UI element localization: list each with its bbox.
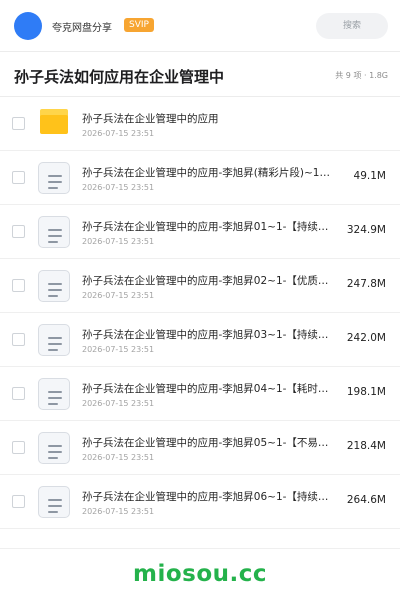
list-item[interactable]: 孙子兵法在企业管理中的应用-李旭昇05~1-【不易… 2026-07-15 23… — [0, 421, 400, 475]
file-date: 2026-07-15 23:51 — [82, 345, 155, 354]
document-line — [48, 403, 58, 405]
document-icon — [38, 432, 70, 464]
file-name[interactable]: 孙子兵法在企业管理中的应用-李旭昇06~1-【持续… — [82, 489, 338, 504]
file-name[interactable]: 孙子兵法在企业管理中的应用-李旭昇01~1-【持续… — [82, 219, 338, 234]
select-checkbox[interactable] — [12, 225, 25, 238]
list-item[interactable]: 孙子兵法在企业管理中的应用 2026-07-15 23:51 — [0, 97, 400, 151]
list-item[interactable]: 孙子兵法在企业管理中的应用-李旭昇01~1-【持续… 2026-07-15 23… — [0, 205, 400, 259]
document-line — [48, 295, 58, 297]
list-item[interactable]: 孙子兵法在企业管理中的应用-李旭昇04~1-【耗时… 2026-07-15 23… — [0, 367, 400, 421]
file-date: 2026-07-15 23:51 — [82, 183, 155, 192]
file-size: 49.1M — [353, 170, 386, 182]
file-size: 218.4M — [346, 440, 386, 452]
file-size: 264.6M — [346, 494, 386, 506]
footer-divider — [0, 548, 400, 549]
select-checkbox[interactable] — [12, 333, 25, 346]
file-date: 2026-07-15 23:51 — [82, 399, 155, 408]
document-line — [48, 337, 62, 339]
select-checkbox[interactable] — [12, 441, 25, 454]
site-watermark: miosou.cc — [132, 561, 268, 587]
list-item[interactable]: 孙子兵法在企业管理中的应用-李旭昇03~1-【持续… 2026-07-15 23… — [0, 313, 400, 367]
list-item[interactable]: 孙子兵法在企业管理中的应用-李旭昇(精彩片段)~1… 2026-07-15 23… — [0, 151, 400, 205]
list-item[interactable]: 孙子兵法在企业管理中的应用-李旭昇02~1-【优质… 2026-07-15 23… — [0, 259, 400, 313]
folder-icon-body — [40, 115, 68, 134]
document-line — [48, 511, 58, 513]
document-line — [48, 445, 62, 447]
page-title: 孙子兵法如何应用在企业管理中 — [14, 68, 225, 86]
document-line — [48, 343, 62, 345]
svip-badge: SVIP — [124, 18, 154, 32]
document-line — [48, 235, 62, 237]
document-icon — [38, 216, 70, 248]
file-size: 198.1M — [346, 386, 386, 398]
file-name[interactable]: 孙子兵法在企业管理中的应用 — [82, 111, 338, 126]
file-size: 247.8M — [346, 278, 386, 290]
document-line — [48, 397, 62, 399]
document-line — [48, 457, 58, 459]
document-line — [48, 187, 58, 189]
document-line — [48, 499, 62, 501]
document-icon — [38, 270, 70, 302]
file-name[interactable]: 孙子兵法在企业管理中的应用-李旭昇02~1-【优质… — [82, 273, 338, 288]
file-date: 2026-07-15 23:51 — [82, 129, 155, 138]
select-checkbox[interactable] — [12, 387, 25, 400]
top-bar: 夸克网盘分享 SVIP 搜索 — [0, 0, 400, 52]
share-brand-label: 夸克网盘分享 — [52, 23, 112, 34]
document-line — [48, 241, 58, 243]
folder-header: 孙子兵法如何应用在企业管理中 共 9 项 · 1.8G — [0, 52, 400, 97]
file-list: 孙子兵法在企业管理中的应用 2026-07-15 23:51 孙子兵法在企业管理… — [0, 97, 400, 529]
folder-meta: 共 9 项 · 1.8G — [335, 71, 388, 80]
select-checkbox[interactable] — [12, 117, 25, 130]
select-checkbox[interactable] — [12, 495, 25, 508]
file-name[interactable]: 孙子兵法在企业管理中的应用-李旭昇05~1-【不易… — [82, 435, 338, 450]
document-line — [48, 229, 62, 231]
select-checkbox[interactable] — [12, 171, 25, 184]
document-line — [48, 289, 62, 291]
file-date: 2026-07-15 23:51 — [82, 291, 155, 300]
folder-icon — [40, 109, 68, 134]
file-date: 2026-07-15 23:51 — [82, 237, 155, 246]
document-line — [48, 181, 62, 183]
list-item[interactable]: 孙子兵法在企业管理中的应用-李旭昇06~1-【持续… 2026-07-15 23… — [0, 475, 400, 529]
file-date: 2026-07-15 23:51 — [82, 507, 155, 516]
file-name[interactable]: 孙子兵法在企业管理中的应用-李旭昇(精彩片段)~1… — [82, 165, 338, 180]
document-icon — [38, 162, 70, 194]
document-line — [48, 505, 62, 507]
file-size: 324.9M — [346, 224, 386, 236]
file-size: 242.0M — [346, 332, 386, 344]
file-date: 2026-07-15 23:51 — [82, 453, 155, 462]
search-input[interactable]: 搜索 — [316, 13, 388, 39]
document-icon — [38, 486, 70, 518]
document-line — [48, 451, 62, 453]
document-line — [48, 283, 62, 285]
document-line — [48, 391, 62, 393]
select-checkbox[interactable] — [12, 279, 25, 292]
avatar[interactable] — [14, 12, 42, 40]
document-line — [48, 175, 62, 177]
file-name[interactable]: 孙子兵法在企业管理中的应用-李旭昇03~1-【持续… — [82, 327, 338, 342]
file-name[interactable]: 孙子兵法在企业管理中的应用-李旭昇04~1-【耗时… — [82, 381, 338, 396]
document-icon — [38, 324, 70, 356]
document-icon — [38, 378, 70, 410]
document-line — [48, 349, 58, 351]
